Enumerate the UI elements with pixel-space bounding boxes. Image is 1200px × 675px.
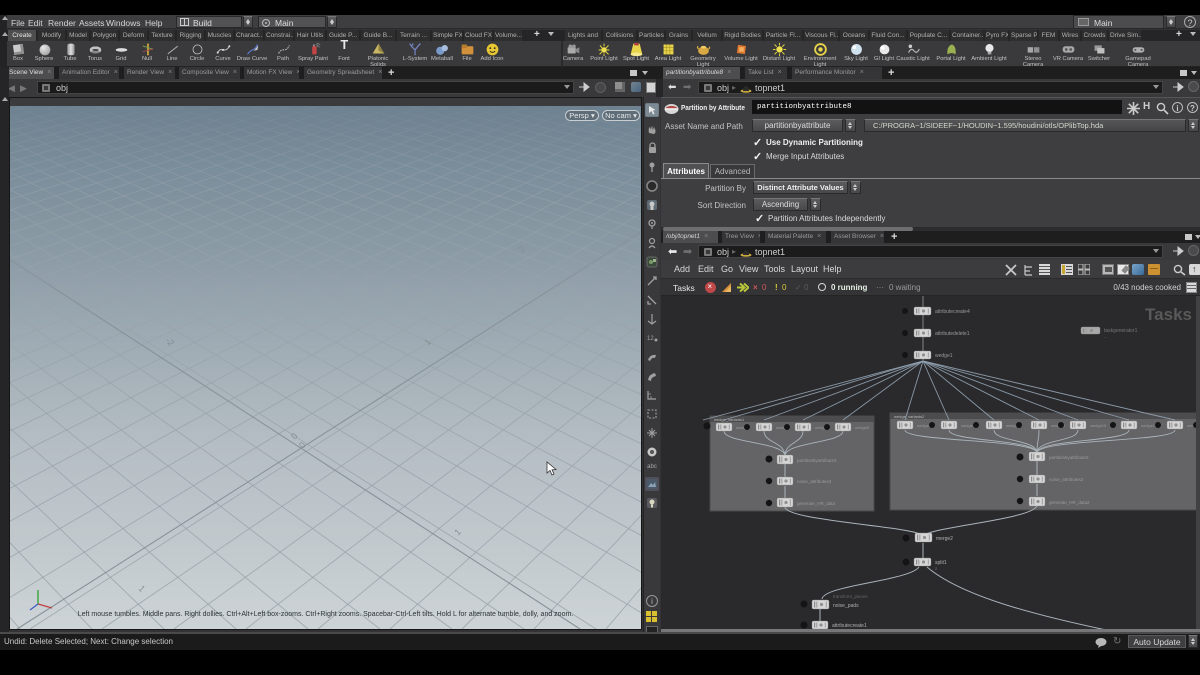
svg-text:...: ... xyxy=(1104,334,1107,339)
svg-text:wedge5: wedge5 xyxy=(855,425,870,430)
svg-text:1: 1 xyxy=(452,527,463,538)
svg-text:generate_HR_data: generate_HR_data xyxy=(797,501,836,506)
svg-text:1: 1 xyxy=(137,583,148,594)
svg-text:Tasks: Tasks xyxy=(1145,305,1192,324)
svg-text:noise_attributes3: noise_attributes3 xyxy=(797,479,832,484)
svg-text:12: 12 xyxy=(647,336,654,342)
svg-text:partitionbyattribute2: partitionbyattribute2 xyxy=(1049,455,1089,460)
svg-text:attributedelete1: attributedelete1 xyxy=(935,331,970,337)
svg-text:wedge1: wedge1 xyxy=(935,353,953,359)
svg-text:wedge10: wedge10 xyxy=(1090,423,1107,428)
svg-text:merge2: merge2 xyxy=(936,536,953,542)
svg-text:noise_attributes2: noise_attributes2 xyxy=(1049,477,1084,482)
svg-text:transform_pieces: transform_pieces xyxy=(833,594,868,599)
svg-text:noise_pads: noise_pads xyxy=(833,603,859,609)
svg-text:wedge_variants2: wedge_variants2 xyxy=(894,414,925,419)
svg-text:-2: -2 xyxy=(164,335,177,348)
svg-text:wedge_variants1: wedge_variants1 xyxy=(714,417,745,422)
svg-text:2: 2 xyxy=(935,566,938,571)
svg-text:0: 0 xyxy=(289,431,300,441)
svg-text:partitionbyattribute3: partitionbyattribute3 xyxy=(797,458,837,463)
svg-text:generate_HR_data2: generate_HR_data2 xyxy=(1049,500,1090,505)
svg-text:attributecreate4: attributecreate4 xyxy=(935,309,970,315)
svg-text:taskgenerator1: taskgenerator1 xyxy=(1104,328,1138,334)
